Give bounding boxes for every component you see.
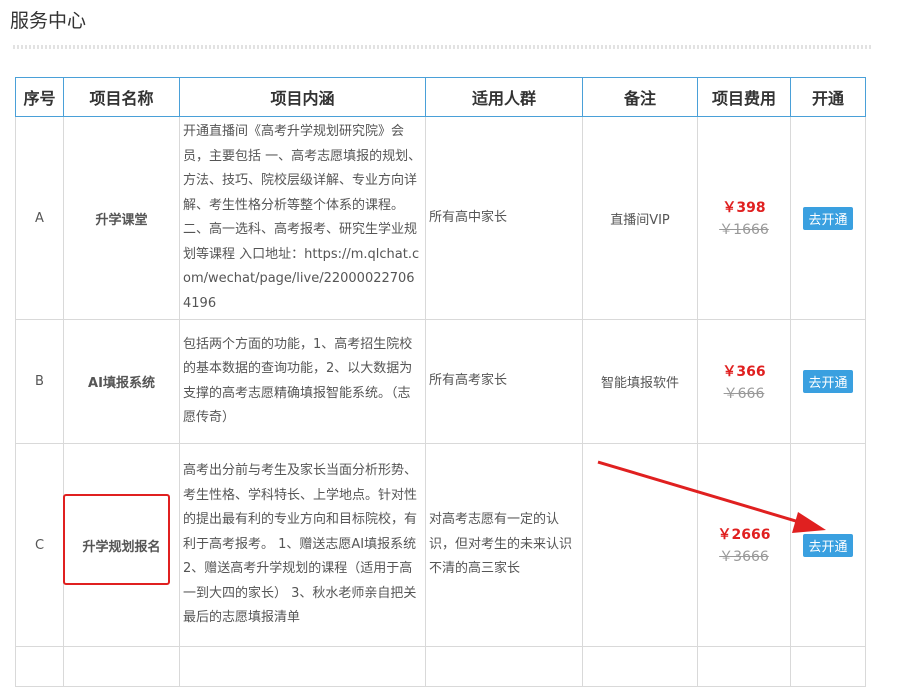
arrow-shaft: [597, 460, 807, 526]
annotation-arrow: [597, 460, 826, 533]
arrow-head: [792, 512, 826, 533]
